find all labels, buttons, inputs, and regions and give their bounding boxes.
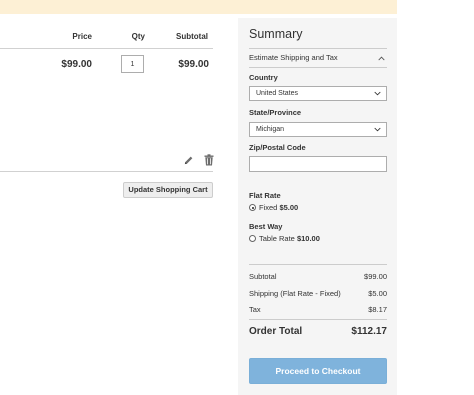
state-label: State/Province <box>249 108 302 117</box>
notice-banner <box>0 0 397 14</box>
subtotal-column-header: Subtotal <box>176 32 208 41</box>
best-way-option-label: Table Rate <box>259 234 295 243</box>
zip-label: Zip/Postal Code <box>249 143 306 152</box>
estimate-divider <box>249 67 387 68</box>
tax-row: Tax $8.17 <box>249 305 387 314</box>
chevron-down-icon <box>374 127 381 132</box>
trash-icon[interactable] <box>204 154 214 166</box>
zip-input[interactable] <box>249 156 387 172</box>
pencil-icon[interactable] <box>183 155 194 166</box>
order-total-label: Order Total <box>249 326 303 337</box>
qty-input[interactable] <box>121 55 144 73</box>
subtotal-value: $99.00 <box>364 272 387 281</box>
chevron-up-icon <box>378 56 385 61</box>
tax-label: Tax <box>249 305 261 314</box>
best-way-price: $10.00 <box>296 234 320 243</box>
chevron-down-icon <box>374 91 381 96</box>
tax-value: $8.17 <box>368 305 387 314</box>
flat-rate-radio[interactable] <box>249 204 256 211</box>
shipping-row: Shipping (Flat Rate - Fixed) $5.00 <box>249 289 387 298</box>
item-divider <box>0 171 213 172</box>
summary-divider <box>249 48 387 49</box>
shipping-value: $5.00 <box>368 289 387 298</box>
subtotal-row: Subtotal $99.00 <box>249 272 387 281</box>
state-select-value: Michigan <box>256 126 285 133</box>
flat-rate-option-label: Fixed <box>259 203 278 212</box>
cart-table-header: Price Qty Subtotal <box>0 30 213 48</box>
flat-rate-price: $5.00 <box>279 203 299 212</box>
order-total-divider <box>249 319 387 320</box>
price-column-header: Price <box>72 32 92 41</box>
totals-divider <box>249 264 387 265</box>
shipping-label: Shipping (Flat Rate - Fixed) <box>249 289 341 298</box>
order-total-row: Order Total $112.17 <box>249 326 387 337</box>
estimate-shipping-label: Estimate Shipping and Tax <box>249 53 338 62</box>
country-select[interactable]: United States <box>249 86 387 101</box>
header-divider <box>0 48 213 49</box>
item-price: $99.00 <box>61 59 92 70</box>
subtotal-label: Subtotal <box>249 272 277 281</box>
summary-title: Summary <box>249 27 303 41</box>
best-way-radio[interactable] <box>249 235 256 242</box>
best-way-carrier: Best Way <box>249 222 283 231</box>
state-select[interactable]: Michigan <box>249 122 387 137</box>
country-label: Country <box>249 73 278 82</box>
country-select-value: United States <box>256 90 299 97</box>
item-subtotal: $99.00 <box>178 59 209 70</box>
estimate-shipping-toggle[interactable]: Estimate Shipping and Tax <box>249 53 387 67</box>
flat-rate-carrier: Flat Rate <box>249 191 281 200</box>
order-total-value: $112.17 <box>351 326 387 337</box>
summary-panel: Summary Estimate Shipping and Tax Countr… <box>238 18 397 395</box>
proceed-to-checkout-button[interactable]: Proceed to Checkout <box>249 358 387 384</box>
qty-column-header: Qty <box>131 32 145 41</box>
best-way-option[interactable]: Table Rate $10.00 <box>249 234 320 243</box>
update-cart-button[interactable]: Update Shopping Cart <box>123 182 213 198</box>
flat-rate-option[interactable]: Fixed $5.00 <box>249 203 298 212</box>
